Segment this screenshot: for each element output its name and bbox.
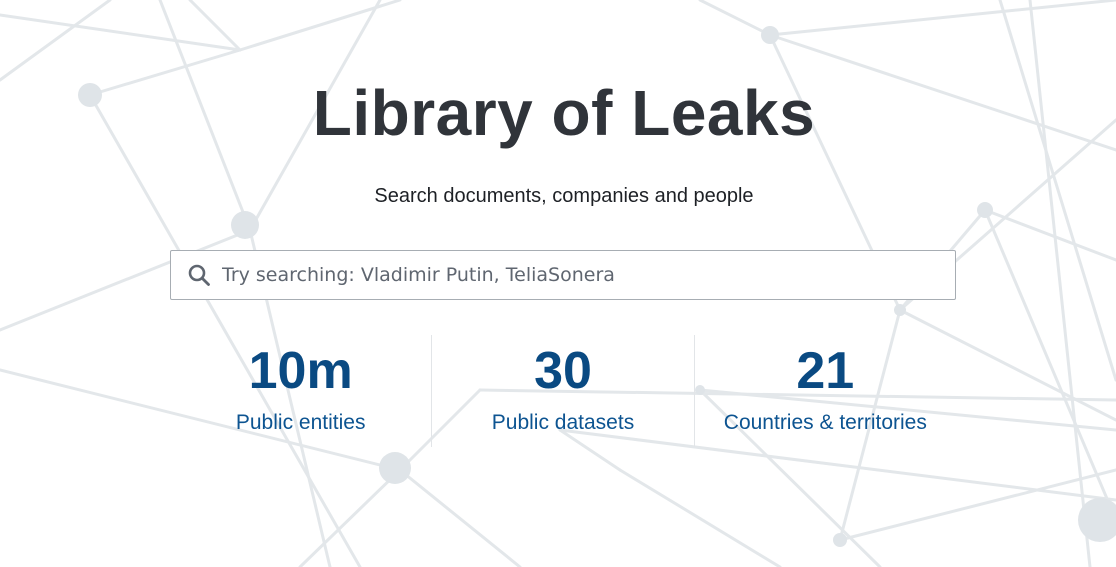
hero-content: Library of Leaks Search documents, compa… [0, 0, 1116, 567]
stat-countries-territories[interactable]: 21 Countries & territories [693, 335, 956, 447]
stat-value: 10m [248, 342, 353, 400]
stat-public-entities[interactable]: 10m Public entities [170, 335, 431, 447]
page-subtitle: Search documents, companies and people [374, 185, 754, 207]
stat-value: 30 [534, 342, 592, 400]
stat-label[interactable]: Countries & territories [695, 411, 956, 435]
stat-label[interactable]: Public datasets [432, 411, 693, 435]
stat-public-datasets[interactable]: 30 Public datasets [431, 335, 693, 447]
stat-value: 21 [796, 342, 855, 400]
landing-page: Library of Leaks Search documents, compa… [0, 0, 1116, 567]
stat-label[interactable]: Public entities [170, 411, 431, 435]
search-icon[interactable] [186, 262, 212, 288]
search-input[interactable] [222, 255, 955, 295]
search-box[interactable] [170, 250, 956, 300]
page-title: Library of Leaks [312, 77, 816, 149]
stats-row: 10m Public entities 30 Public datasets 2… [170, 335, 956, 447]
